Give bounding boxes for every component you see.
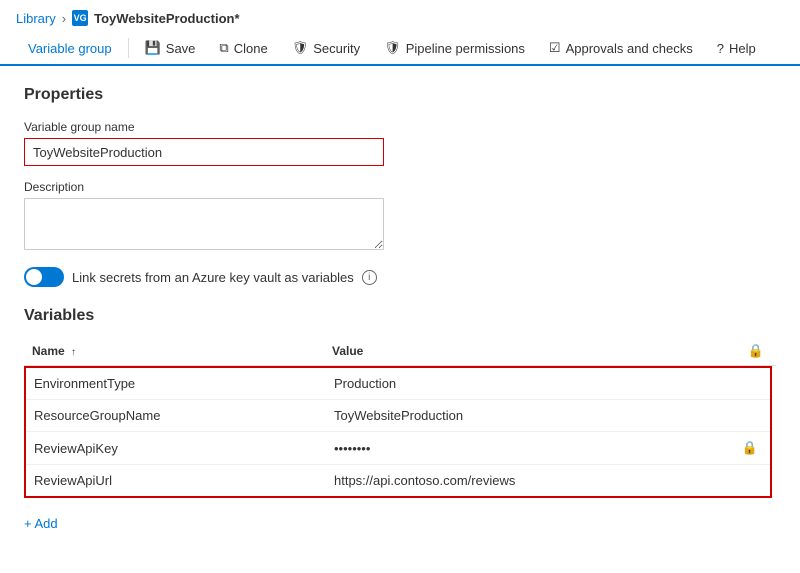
table-row: EnvironmentType Production xyxy=(26,368,770,400)
breadcrumb-icon: VG xyxy=(72,10,88,26)
name-column-header: Name ↑ xyxy=(32,344,332,358)
variable-group-name-input[interactable] xyxy=(24,138,384,166)
variable-group-name-label: Variable group name xyxy=(24,120,776,134)
approvals-icon: ☑ xyxy=(549,40,561,56)
table-row: ResourceGroupName ToyWebsiteProduction xyxy=(26,400,770,432)
variable-group-name-group: Variable group name xyxy=(24,120,776,166)
table-row: ReviewApiKey •••••••• 🔒 xyxy=(26,432,770,465)
row-name: EnvironmentType xyxy=(34,376,334,391)
description-label: Description xyxy=(24,180,776,194)
lock-header-icon: 🔒 xyxy=(748,343,764,358)
tab-save[interactable]: 💾 Save xyxy=(133,32,208,66)
toggle-row: Link secrets from an Azure key vault as … xyxy=(24,267,776,287)
variables-title: Variables xyxy=(24,307,776,325)
row-value: •••••••• xyxy=(334,441,738,456)
info-icon[interactable]: i xyxy=(362,270,377,285)
tab-pipeline-permissions[interactable]: 🛡 Pipeline permissions xyxy=(372,32,537,66)
tab-clone[interactable]: ⧉ Clone xyxy=(207,32,279,66)
tab-save-label: Save xyxy=(166,41,196,56)
row-name: ResourceGroupName xyxy=(34,408,334,423)
variables-section: Variables Name ↑ Value 🔒 EnvironmentType… xyxy=(24,307,776,535)
lock-icon: 🔒 xyxy=(742,440,758,455)
table-row: ReviewApiUrl https://api.contoso.com/rev… xyxy=(26,465,770,496)
variables-table-header: Name ↑ Value 🔒 xyxy=(24,337,776,366)
key-vault-toggle[interactable] xyxy=(24,267,64,287)
row-name: ReviewApiKey xyxy=(34,441,334,456)
variables-table: EnvironmentType Production ResourceGroup… xyxy=(24,366,772,498)
breadcrumb: Library › VG ToyWebsiteProduction* xyxy=(0,0,800,32)
lock-column-header: 🔒 xyxy=(744,343,768,359)
toolbar-divider-1 xyxy=(128,38,129,58)
tab-clone-label: Clone xyxy=(234,41,268,56)
help-icon: ? xyxy=(717,41,724,56)
security-icon: 🛡 xyxy=(292,40,309,56)
description-input[interactable] xyxy=(24,198,384,250)
tab-variable-group-label: Variable group xyxy=(28,41,112,56)
toggle-track xyxy=(24,267,64,287)
value-column-header: Value xyxy=(332,344,744,358)
breadcrumb-library-link[interactable]: Library xyxy=(16,11,56,26)
row-value: Production xyxy=(334,376,738,391)
description-group: Description xyxy=(24,180,776,253)
tab-approvals-checks-label: Approvals and checks xyxy=(566,41,693,56)
sort-icon: ↑ xyxy=(71,347,76,358)
tab-security-label: Security xyxy=(313,41,360,56)
row-name: ReviewApiUrl xyxy=(34,473,334,488)
tab-variable-group[interactable]: Variable group xyxy=(16,33,124,66)
pipeline-permissions-icon: 🛡 xyxy=(384,40,401,56)
toolbar: Variable group 💾 Save ⧉ Clone 🛡 Security… xyxy=(0,32,800,66)
add-button[interactable]: + Add xyxy=(24,512,58,535)
row-value: ToyWebsiteProduction xyxy=(334,408,738,423)
toggle-thumb xyxy=(26,269,42,285)
main-content: Properties Variable group name Descripti… xyxy=(0,66,800,555)
row-value: https://api.contoso.com/reviews xyxy=(334,473,738,488)
properties-title: Properties xyxy=(24,86,776,104)
properties-section: Properties Variable group name Descripti… xyxy=(24,86,776,287)
tab-security[interactable]: 🛡 Security xyxy=(280,32,372,66)
save-icon: 💾 xyxy=(145,40,161,56)
tab-help[interactable]: ? Help xyxy=(705,33,768,66)
tab-help-label: Help xyxy=(729,41,756,56)
tab-pipeline-permissions-label: Pipeline permissions xyxy=(406,41,525,56)
row-lock-active[interactable]: 🔒 xyxy=(738,440,762,456)
toggle-label: Link secrets from an Azure key vault as … xyxy=(72,270,354,285)
breadcrumb-current-page: ToyWebsiteProduction* xyxy=(94,11,239,26)
add-button-label: + Add xyxy=(24,516,58,531)
tab-approvals-checks[interactable]: ☑ Approvals and checks xyxy=(537,32,705,66)
breadcrumb-separator: › xyxy=(62,11,66,26)
clone-icon: ⧉ xyxy=(219,40,228,56)
